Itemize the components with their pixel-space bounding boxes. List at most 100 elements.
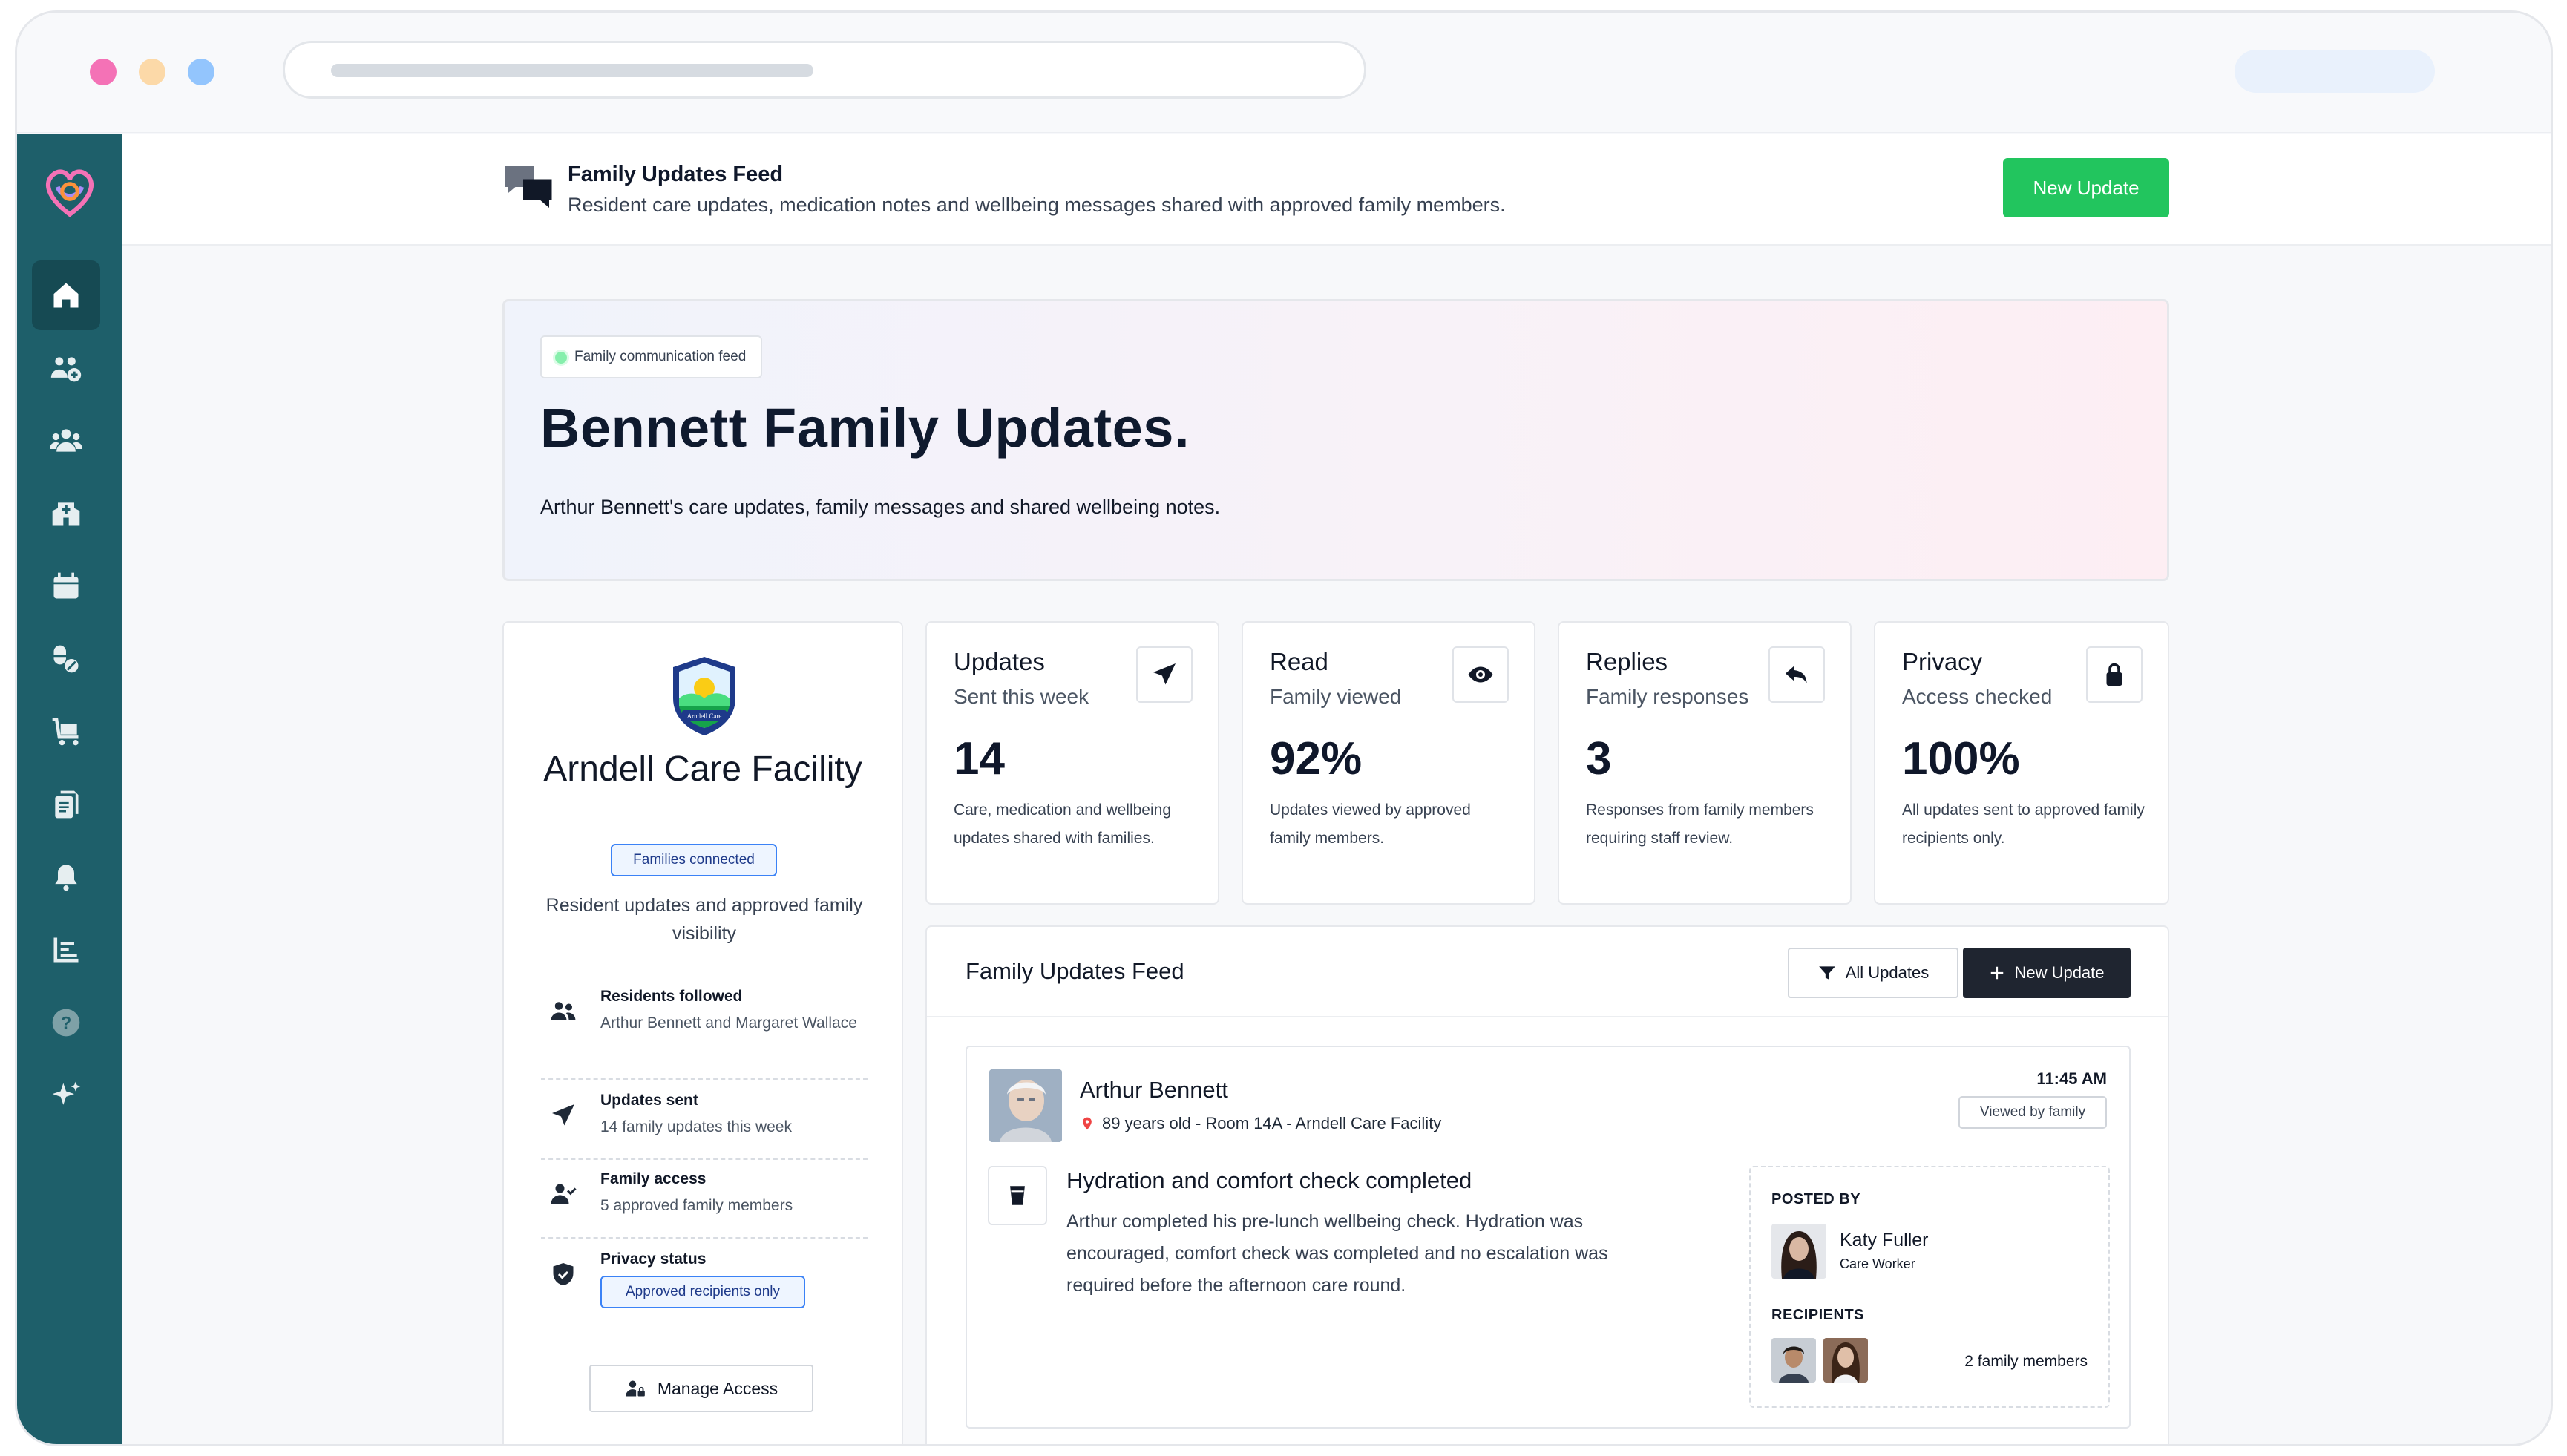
nav-documents[interactable] bbox=[32, 770, 100, 839]
manage-access-button[interactable]: Manage Access bbox=[589, 1365, 813, 1412]
send-icon bbox=[1153, 663, 1176, 685]
update-post[interactable]: Arthur Bennett 89 years old - Room 14A -… bbox=[966, 1046, 2131, 1429]
privacy-status-row: Privacy status Approved recipients only bbox=[541, 1250, 868, 1332]
stat-sublabel: Family responses bbox=[1586, 685, 1749, 708]
stat-value: 92% bbox=[1270, 733, 1363, 784]
nav-facility[interactable] bbox=[32, 479, 100, 548]
filter-icon bbox=[1818, 966, 1835, 980]
filter-label: All Updates bbox=[1845, 963, 1930, 982]
location-pin-icon bbox=[1083, 1117, 1092, 1130]
reports-icon bbox=[53, 937, 79, 963]
nav-home[interactable] bbox=[32, 260, 100, 330]
stat-description: Updates viewed by approved family member… bbox=[1270, 801, 1471, 847]
post-type-icon-box bbox=[988, 1166, 1047, 1225]
stat-card-updates: Updates Sent this week 14 Care, medicati… bbox=[925, 621, 1219, 905]
nav-help[interactable]: ? bbox=[32, 988, 100, 1057]
facility-icon bbox=[52, 502, 80, 526]
nav-medication[interactable] bbox=[32, 624, 100, 694]
stat-icon-box bbox=[1768, 646, 1825, 703]
nav-trolley[interactable] bbox=[32, 697, 100, 767]
hero-subtitle: Arthur Bennett's care updates, family me… bbox=[540, 496, 1221, 518]
hero-title: Bennett Family Updates. bbox=[540, 397, 1190, 459]
feed-status-badge: Family communication feed bbox=[540, 335, 763, 378]
stat-value: 3 bbox=[1586, 733, 1612, 784]
page-header: Family Updates Feed Resident care update… bbox=[122, 134, 2551, 246]
browser-chrome bbox=[17, 13, 2551, 133]
poster-role: Care Worker bbox=[1840, 1256, 1915, 1271]
feed-title: Family Updates Feed bbox=[966, 958, 1184, 984]
address-placeholder bbox=[331, 64, 813, 77]
minimize-window-dot[interactable] bbox=[139, 59, 165, 85]
plus-icon bbox=[1991, 966, 2004, 980]
nav-families[interactable] bbox=[32, 406, 100, 476]
row-subtitle: Arthur Bennett and Margaret Wallace bbox=[600, 1014, 857, 1032]
recipients-count: 2 family members bbox=[1964, 1353, 2088, 1370]
app-logo-icon[interactable] bbox=[39, 161, 100, 222]
stat-card-read: Read Family viewed 92% Updates viewed by… bbox=[1242, 621, 1535, 905]
resident-meta: 89 years old - Room 14A - Arndell Care F… bbox=[1080, 1114, 1441, 1133]
nav-reports[interactable] bbox=[32, 915, 100, 985]
documents-icon bbox=[55, 790, 79, 819]
maximize-window-dot[interactable] bbox=[188, 59, 214, 85]
stat-card-replies: Replies Family responses 3 Responses fro… bbox=[1558, 621, 1852, 905]
nav-residents[interactable] bbox=[32, 333, 100, 403]
stat-sublabel: Family viewed bbox=[1270, 685, 1402, 708]
main-content: Family Updates Feed Resident care update… bbox=[122, 134, 2551, 1444]
resident-name[interactable]: Arthur Bennett bbox=[1080, 1077, 1228, 1104]
chat-bubbles-icon bbox=[505, 166, 552, 208]
help-icon: ? bbox=[52, 1009, 80, 1037]
browser-window: ? Family Updates Feed Resident care upda… bbox=[15, 10, 2553, 1446]
facility-crest-logo: Arndell Care bbox=[673, 657, 735, 735]
privacy-status-badge: Approved recipients only bbox=[600, 1276, 805, 1308]
sidebar: ? bbox=[17, 134, 122, 1444]
stat-value: 100% bbox=[1902, 733, 2020, 784]
stat-icon-box bbox=[2086, 646, 2143, 703]
nav-notifications[interactable] bbox=[32, 842, 100, 912]
close-window-dot[interactable] bbox=[90, 59, 117, 85]
all-updates-filter-button[interactable]: All Updates bbox=[1788, 948, 1958, 998]
row-subtitle: 14 family updates this week bbox=[600, 1118, 792, 1135]
reply-icon bbox=[1786, 666, 1807, 683]
row-subtitle: 5 approved family members bbox=[600, 1197, 793, 1214]
svg-text:?: ? bbox=[61, 1013, 72, 1033]
row-title: Privacy status bbox=[600, 1250, 707, 1268]
lock-icon bbox=[2106, 663, 2122, 686]
poster-name: Katy Fuller bbox=[1840, 1230, 1929, 1250]
nav-ai-assistant[interactable] bbox=[32, 1060, 100, 1130]
facility-card: Arndell Care Arndell Care Facility Famil… bbox=[502, 621, 903, 1444]
browser-action-pill[interactable] bbox=[2235, 50, 2435, 93]
stat-icon-box bbox=[1452, 646, 1509, 703]
recipient-avatar-2 bbox=[1823, 1338, 1868, 1383]
row-title: Residents followed bbox=[600, 988, 743, 1005]
stat-description: Responses from family members requiring … bbox=[1586, 801, 1814, 847]
stat-label: Privacy bbox=[1902, 648, 1983, 675]
resident-avatar bbox=[989, 1069, 1062, 1142]
post-title: Hydration and comfort check completed bbox=[1066, 1167, 1472, 1193]
eye-icon bbox=[1468, 666, 1493, 683]
new-update-label: New Update bbox=[2014, 963, 2105, 982]
resident-meta-text: 89 years old - Room 14A - Arndell Care F… bbox=[1102, 1114, 1442, 1132]
stat-card-privacy: Privacy Access checked 100% All updates … bbox=[1874, 621, 2169, 905]
nav-calendar[interactable] bbox=[32, 551, 100, 621]
stat-label: Read bbox=[1270, 648, 1328, 675]
water-glass-icon bbox=[1010, 1186, 1025, 1205]
address-bar[interactable] bbox=[283, 41, 1366, 99]
residents-add-icon bbox=[50, 357, 82, 382]
stat-label: Updates bbox=[954, 648, 1045, 675]
page-subtitle: Resident care updates, medication notes … bbox=[568, 194, 1506, 216]
feed-new-update-button[interactable]: New Update bbox=[1963, 948, 2131, 998]
stat-description: Care, medication and wellbeing updates s… bbox=[954, 801, 1172, 847]
stat-sublabel: Sent this week bbox=[954, 685, 1089, 708]
stat-label: Replies bbox=[1586, 648, 1668, 675]
crest-text: Arndell Care bbox=[687, 712, 722, 720]
facility-name: Arndell Care Facility bbox=[543, 750, 862, 789]
medication-icon bbox=[53, 645, 79, 673]
facility-description: Resident updates and approved family vis… bbox=[545, 895, 863, 944]
new-update-button[interactable]: New Update bbox=[2003, 158, 2169, 217]
recipient-avatar-1 bbox=[1771, 1338, 1816, 1383]
viewed-by-family-badge: Viewed by family bbox=[1958, 1096, 2107, 1129]
updates-sent-row: Updates sent 14 family updates this week bbox=[541, 1092, 868, 1160]
shield-check-icon bbox=[553, 1263, 574, 1285]
post-timestamp: 11:45 AM bbox=[2036, 1069, 2107, 1088]
page-title: Family Updates Feed bbox=[568, 163, 784, 186]
